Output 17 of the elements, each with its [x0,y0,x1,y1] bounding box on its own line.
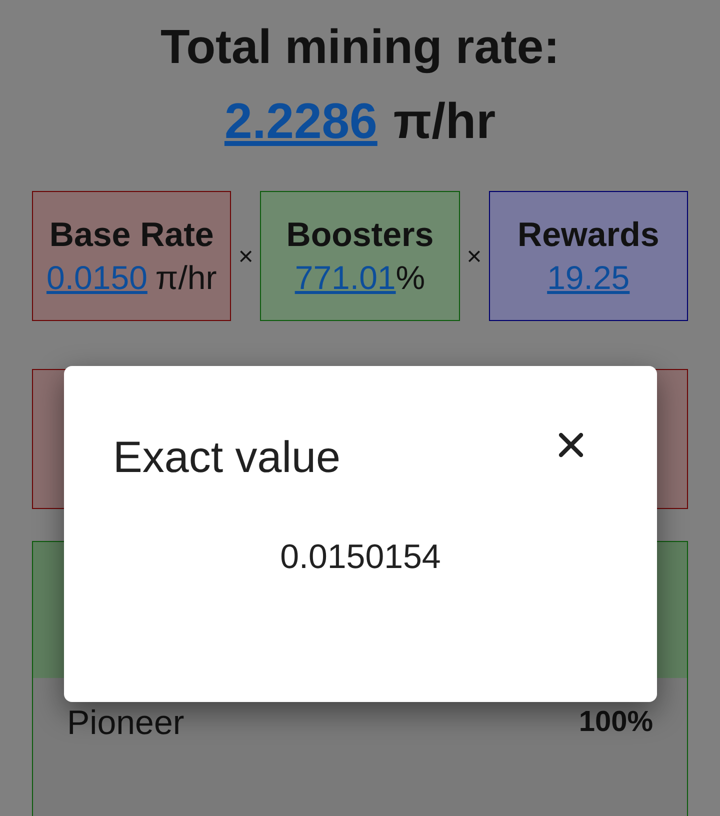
total-rate-link[interactable]: 2.2286 [224,86,378,156]
dialog-title: Exact value [113,436,340,480]
factor-label: Base Rate [49,215,214,256]
booster-percent: 100% [578,705,653,740]
booster-label: Pioneer [67,702,184,744]
total-rate-unit: π/hr [393,92,496,151]
factor-label: Rewards [518,215,660,256]
multiply-sign: × [237,240,254,272]
factor-value-link[interactable]: 19.25 [547,256,630,298]
exact-value: 0.0150154 [280,537,441,578]
factor-label: Boosters [286,215,434,256]
page-heading: Total mining rate: [160,20,560,76]
factor-unit: π/hr [155,258,217,298]
factor-unit: % [396,258,426,298]
factor-value-link[interactable]: 0.0150 [46,256,148,298]
multiply-sign: × [466,240,483,272]
factor-value-link[interactable]: 771.01 [294,256,396,298]
